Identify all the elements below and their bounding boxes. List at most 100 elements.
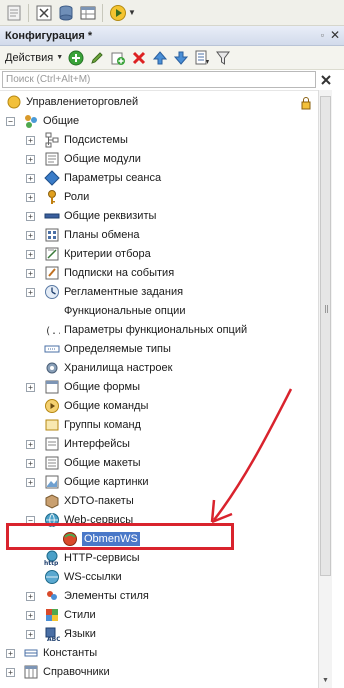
tree-item[interactable]: + Подсистемы bbox=[0, 131, 318, 150]
tree-item[interactable]: + Общие макеты bbox=[0, 454, 318, 473]
tree-item[interactable]: (...) Параметры функциональных опций bbox=[0, 321, 318, 340]
panel-titlebar: Конфигурация * ▫ ✕ bbox=[0, 26, 344, 46]
database-icon[interactable] bbox=[56, 3, 75, 22]
tree-item[interactable]: + Общие формы bbox=[0, 378, 318, 397]
panel-close-icon[interactable]: ✕ bbox=[330, 28, 340, 42]
tree-item[interactable]: Управлениеторговлей bbox=[0, 93, 318, 112]
tree-item-label: Общие команды bbox=[64, 400, 149, 412]
metadata-tree[interactable]: Управлениеторговлей − Общие + Подсистемы + Общ… bbox=[0, 90, 318, 688]
tree-item[interactable]: + Общие модули bbox=[0, 150, 318, 169]
svg-text:(...): (...) bbox=[45, 326, 60, 337]
add-icon[interactable] bbox=[68, 50, 84, 66]
tree-item-label: Подсистемы bbox=[64, 134, 128, 146]
expand-plus-icon[interactable]: + bbox=[26, 630, 35, 639]
copy-add-icon[interactable] bbox=[110, 50, 126, 66]
expand-plus-icon[interactable]: + bbox=[26, 193, 35, 202]
expand-plus-icon[interactable]: + bbox=[26, 288, 35, 297]
tree-item-label: Константы bbox=[43, 647, 98, 659]
table-icon[interactable] bbox=[78, 3, 97, 22]
session-params-icon bbox=[44, 170, 60, 186]
tree-item-label: Хранилища настроек bbox=[64, 362, 173, 374]
tree-item[interactable]: + Общие картинки bbox=[0, 473, 318, 492]
tree-item[interactable]: + Интерфейсы bbox=[0, 435, 318, 454]
delete-icon[interactable] bbox=[131, 50, 147, 66]
tree-item[interactable]: WS-ссылки bbox=[0, 568, 318, 587]
expand-plus-icon[interactable]: + bbox=[26, 231, 35, 240]
tree-scrollbar[interactable]: ▼ bbox=[318, 90, 332, 688]
tree-item[interactable]: Общие команды bbox=[0, 397, 318, 416]
tree-item[interactable]: + Стили bbox=[0, 606, 318, 625]
tree-item[interactable]: Определяемые типы bbox=[0, 340, 318, 359]
scroll-down-icon[interactable]: ▼ bbox=[320, 675, 331, 686]
tree-item[interactable]: + Подписки на события bbox=[0, 264, 318, 283]
tree-item[interactable]: + Элементы стиля bbox=[0, 587, 318, 606]
pin-icon[interactable]: ▫ bbox=[321, 30, 324, 40]
tree-item[interactable]: + Роли bbox=[0, 188, 318, 207]
expand-plus-icon[interactable]: + bbox=[26, 611, 35, 620]
expand-plus-icon[interactable]: + bbox=[26, 440, 35, 449]
tree-item[interactable]: + Справочники bbox=[0, 663, 318, 682]
document-icon[interactable] bbox=[4, 3, 23, 22]
tree-item[interactable]: Функциональные опции bbox=[0, 302, 318, 321]
actions-menu-button[interactable]: Действия bbox=[5, 52, 53, 64]
expand-plus-icon[interactable]: + bbox=[26, 155, 35, 164]
search-clear-icon[interactable] bbox=[318, 72, 334, 88]
style-elements-icon bbox=[44, 588, 60, 604]
filter-icon[interactable] bbox=[215, 50, 231, 66]
languages-icon: ABC bbox=[44, 626, 60, 642]
filter-criteria-icon bbox=[44, 246, 60, 262]
xdto-packages-icon bbox=[44, 493, 60, 509]
expand-plus-icon[interactable]: + bbox=[26, 174, 35, 183]
tree-item-label: WS-ссылки bbox=[64, 571, 122, 583]
scrollbar-thumb[interactable] bbox=[320, 96, 331, 576]
tree-item[interactable]: XDTO-пакеты bbox=[0, 492, 318, 511]
move-down-icon[interactable] bbox=[173, 50, 189, 66]
expand-plus-icon[interactable]: + bbox=[26, 478, 35, 487]
expand-plus-icon[interactable]: + bbox=[26, 136, 35, 145]
expand-plus-icon[interactable]: + bbox=[26, 459, 35, 468]
expand-plus-icon[interactable]: + bbox=[26, 269, 35, 278]
tree-item[interactable]: Группы команд bbox=[0, 416, 318, 435]
tree-item[interactable]: + Планы обмена bbox=[0, 226, 318, 245]
support-lock-icon bbox=[298, 95, 314, 111]
tree-item-label: HTTP-сервисы bbox=[64, 552, 140, 564]
svg-text:ABC: ABC bbox=[47, 636, 60, 642]
tree-item[interactable]: + Критерии отбора bbox=[0, 245, 318, 264]
tree-item-label: Параметры функциональных опций bbox=[64, 324, 248, 336]
expand-plus-icon[interactable]: + bbox=[26, 212, 35, 221]
expand-plus-icon[interactable]: + bbox=[26, 250, 35, 259]
search-input[interactable] bbox=[2, 71, 316, 88]
common-folder-icon bbox=[23, 113, 39, 129]
tree-item[interactable]: + Параметры сеанса bbox=[0, 169, 318, 188]
move-up-icon[interactable] bbox=[152, 50, 168, 66]
tree-item[interactable]: − Общие bbox=[0, 112, 318, 131]
run-debug-icon[interactable] bbox=[108, 3, 127, 22]
tree-item[interactable]: + Константы bbox=[0, 644, 318, 663]
tree-item[interactable]: Хранилища настроек bbox=[0, 359, 318, 378]
toolbar-separator bbox=[28, 3, 29, 22]
tree-item[interactable]: + Регламентные задания bbox=[0, 283, 318, 302]
actions-dropdown-icon[interactable]: ▼ bbox=[56, 54, 63, 61]
tree-item[interactable]: http HTTP-сервисы bbox=[0, 549, 318, 568]
scrollbar-grip bbox=[325, 305, 328, 313]
tree-item-label: Общие модули bbox=[64, 153, 141, 165]
panel-title: Конфигурация * bbox=[5, 29, 93, 42]
expand-plus-icon[interactable]: + bbox=[6, 649, 15, 658]
compare-icon[interactable] bbox=[34, 3, 53, 22]
edit-pencil-icon[interactable] bbox=[89, 50, 105, 66]
tree-item-label: XDTO-пакеты bbox=[64, 495, 134, 507]
catalogs-icon bbox=[23, 664, 39, 680]
collapse-minus-icon[interactable]: − bbox=[6, 117, 15, 126]
tree-item[interactable]: + ABC Языки bbox=[0, 625, 318, 644]
expand-plus-icon[interactable]: + bbox=[6, 668, 15, 677]
command-groups-icon bbox=[44, 417, 60, 433]
tree-item[interactable]: + Общие реквизиты bbox=[0, 207, 318, 226]
expand-plus-icon[interactable]: + bbox=[26, 592, 35, 601]
run-dropdown-chevron-icon[interactable]: ▼ bbox=[128, 8, 136, 17]
sort-list-icon[interactable] bbox=[194, 50, 210, 66]
tree-item-label: Языки bbox=[64, 628, 96, 640]
common-commands-icon bbox=[44, 398, 60, 414]
tree-item-label: Стили bbox=[64, 609, 96, 621]
expand-plus-icon[interactable]: + bbox=[26, 383, 35, 392]
constants-icon bbox=[23, 645, 39, 661]
